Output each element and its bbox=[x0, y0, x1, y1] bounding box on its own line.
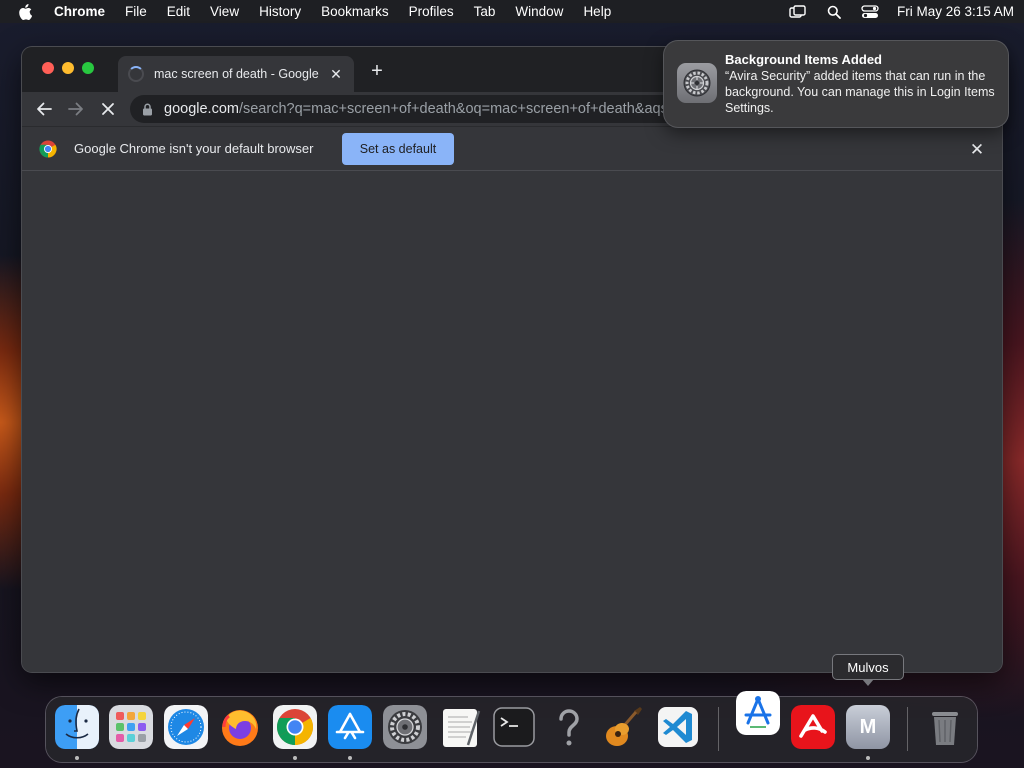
menu-help[interactable]: Help bbox=[583, 4, 611, 19]
tab-active[interactable]: mac screen of death - Google Search ✕ bbox=[118, 56, 354, 92]
menu-window[interactable]: Window bbox=[515, 4, 563, 19]
default-browser-infobar: Google Chrome isn't your default browser… bbox=[22, 126, 1002, 171]
url-text[interactable]: google.com/search?q=mac+screen+of+death&… bbox=[164, 101, 725, 117]
menu-edit[interactable]: Edit bbox=[167, 4, 190, 19]
system-settings-icon[interactable] bbox=[383, 705, 427, 749]
url-path: /search?q=mac+screen+of+death&oq=mac+scr… bbox=[238, 101, 725, 117]
garageband-icon[interactable] bbox=[601, 705, 645, 749]
app-store-running-indicator bbox=[348, 756, 352, 760]
app-store-icon[interactable] bbox=[328, 705, 372, 749]
mulvos-icon[interactable]: M bbox=[846, 705, 890, 749]
menu-view[interactable]: View bbox=[210, 4, 239, 19]
launchpad-icon[interactable] bbox=[109, 705, 153, 749]
screen-mirroring-icon[interactable] bbox=[789, 4, 807, 20]
window-controls bbox=[42, 62, 94, 74]
chrome-logo-icon bbox=[39, 140, 57, 158]
menu-bar: Chrome File Edit View History Bookmarks … bbox=[0, 0, 1024, 23]
dock-separator bbox=[907, 707, 908, 751]
question-mark-icon[interactable] bbox=[547, 705, 591, 749]
infobar-close-icon[interactable]: ✕ bbox=[968, 140, 986, 160]
dock-tooltip-arrow bbox=[862, 679, 874, 686]
chrome-running-indicator bbox=[293, 756, 297, 760]
menu-profiles[interactable]: Profiles bbox=[409, 4, 454, 19]
textedit-icon[interactable] bbox=[438, 705, 482, 749]
menu-bar-status: Fri May 26 3:15 AM bbox=[789, 4, 1014, 20]
avira-icon[interactable] bbox=[791, 705, 835, 749]
vscode-icon[interactable] bbox=[656, 705, 700, 749]
chrome-window: mac screen of death - Google Search ✕ + … bbox=[22, 47, 1002, 672]
minimize-window-button[interactable] bbox=[62, 62, 74, 74]
set-as-default-button[interactable]: Set as default bbox=[342, 133, 454, 165]
forward-button[interactable] bbox=[64, 97, 88, 121]
infobar-message: Google Chrome isn't your default browser bbox=[74, 141, 314, 156]
system-settings-icon bbox=[677, 63, 717, 103]
menu-bookmarks[interactable]: Bookmarks bbox=[321, 4, 389, 19]
apple-menu-icon[interactable] bbox=[18, 3, 34, 20]
spotlight-search-icon[interactable] bbox=[825, 4, 843, 20]
stop-loading-button[interactable] bbox=[96, 97, 120, 121]
page-content-area[interactable] bbox=[22, 171, 1002, 672]
url-host: google.com bbox=[164, 101, 239, 117]
safari-icon[interactable] bbox=[164, 705, 208, 749]
dock: M bbox=[46, 691, 977, 762]
back-button[interactable] bbox=[32, 97, 56, 121]
notification-title: Background Items Added bbox=[725, 52, 882, 67]
loading-spinner-icon bbox=[128, 66, 144, 82]
menu-bar-clock[interactable]: Fri May 26 3:15 AM bbox=[897, 4, 1014, 19]
chrome-icon[interactable] bbox=[273, 705, 317, 749]
background-items-notification[interactable]: Background Items Added “Avira Security” … bbox=[664, 41, 1008, 127]
terminal-icon[interactable] bbox=[492, 705, 536, 749]
firefox-icon[interactable] bbox=[218, 705, 262, 749]
mulvos-icon-label: M bbox=[859, 715, 877, 738]
instruments-icon[interactable] bbox=[736, 691, 780, 735]
close-window-button[interactable] bbox=[42, 62, 54, 74]
tab-close-icon[interactable]: ✕ bbox=[328, 66, 344, 83]
dock-separator bbox=[718, 707, 719, 751]
zoom-window-button[interactable] bbox=[82, 62, 94, 74]
finder-running-indicator bbox=[75, 756, 79, 760]
menu-tab[interactable]: Tab bbox=[474, 4, 496, 19]
trash-icon[interactable] bbox=[923, 705, 967, 749]
dock-tooltip: Mulvos bbox=[832, 654, 904, 680]
control-center-icon[interactable] bbox=[861, 4, 879, 20]
notification-body: “Avira Security” added items that can ru… bbox=[725, 69, 995, 115]
menu-file[interactable]: File bbox=[125, 4, 147, 19]
menu-history[interactable]: History bbox=[259, 4, 301, 19]
lock-icon[interactable] bbox=[142, 102, 154, 116]
finder-icon[interactable] bbox=[55, 705, 99, 749]
new-tab-button[interactable]: + bbox=[367, 60, 387, 83]
mulvos-running-indicator bbox=[866, 756, 870, 760]
menu-app-name[interactable]: Chrome bbox=[54, 4, 105, 19]
tab-title: mac screen of death - Google Search bbox=[154, 67, 322, 81]
